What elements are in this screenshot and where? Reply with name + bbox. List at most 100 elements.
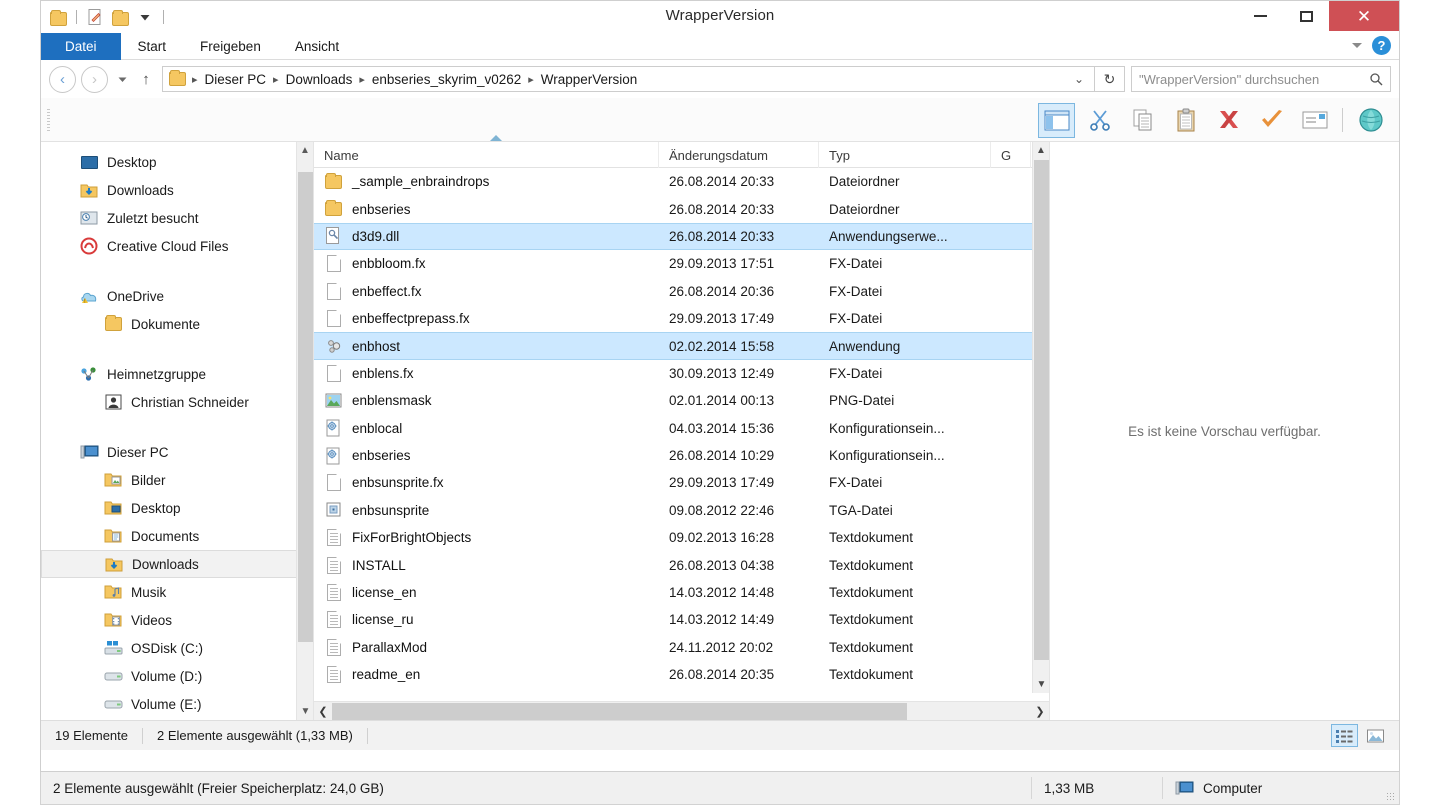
- paste-button[interactable]: [1167, 103, 1204, 138]
- sidebar-item-downloads-pc[interactable]: Downloads: [41, 550, 307, 578]
- table-row[interactable]: enbbloom.fx 29.09.2013 17:51 FX-Datei: [314, 250, 1049, 277]
- file-name-cell: enbseries: [314, 195, 659, 222]
- table-row[interactable]: enbhost 02.02.2014 15:58 Anwendung: [314, 332, 1049, 360]
- details-view-button[interactable]: [1331, 724, 1358, 747]
- table-row[interactable]: ParallaxMod 24.11.2012 20:02 Textdokumen…: [314, 634, 1049, 661]
- sidebar-item-zuletzt-besucht[interactable]: Zuletzt besucht: [41, 204, 313, 232]
- sidebar-item-osdisk[interactable]: OSDisk (C:): [41, 634, 313, 662]
- sidebar-item-label: Zuletzt besucht: [107, 210, 199, 226]
- tab-start[interactable]: Start: [121, 33, 184, 60]
- back-icon: ‹: [60, 70, 65, 88]
- back-button[interactable]: ‹: [49, 65, 76, 93]
- breadcrumb-downloads[interactable]: Downloads: [281, 70, 358, 89]
- file-list-scrollbar[interactable]: ▲ ▼: [1032, 142, 1049, 693]
- sidebar-item-videos[interactable]: Videos: [41, 606, 313, 634]
- file-list-horizontal-scrollbar[interactable]: ❮ ❯: [314, 701, 1049, 720]
- sidebar-item-desktop-pc[interactable]: Desktop: [41, 494, 313, 522]
- rename-button[interactable]: [1296, 103, 1333, 138]
- sidebar-item-documents[interactable]: Documents: [41, 522, 313, 550]
- table-row[interactable]: enbsunsprite.fx 29.09.2013 17:49 FX-Date…: [314, 469, 1049, 496]
- scroll-right-icon[interactable]: ❯: [1031, 705, 1049, 718]
- address-box[interactable]: ▸ Dieser PC ▸ Downloads ▸ enbseries_skyr…: [162, 66, 1095, 92]
- table-row[interactable]: INSTALL 26.08.2013 04:38 Textdokument: [314, 551, 1049, 578]
- scroll-left-icon[interactable]: ❮: [314, 705, 332, 718]
- ribbon-tab-bar: Datei Start Freigeben Ansicht ?: [41, 33, 1399, 60]
- column-header-name[interactable]: Name: [314, 135, 659, 168]
- breadcrumb-enbseries[interactable]: enbseries_skyrim_v0262: [367, 70, 526, 89]
- column-header-type[interactable]: Typ: [819, 142, 991, 168]
- sidebar-item-onedrive[interactable]: ! OneDrive: [41, 282, 313, 310]
- search-input[interactable]: "WrapperVersion" durchsuchen: [1131, 66, 1391, 92]
- blank-file-icon: [324, 473, 343, 492]
- table-row[interactable]: enblocal 04.03.2014 15:36 Konfigurations…: [314, 415, 1049, 442]
- column-header-size[interactable]: G: [991, 142, 1031, 168]
- folder-icon: [103, 315, 123, 333]
- table-row[interactable]: readme_en 26.08.2014 20:35 Textdokument: [314, 661, 1049, 688]
- table-row[interactable]: enbseries 26.08.2014 10:29 Konfiguration…: [314, 442, 1049, 469]
- sidebar-item-label: Desktop: [107, 154, 157, 170]
- scroll-up-icon[interactable]: ▲: [297, 142, 313, 159]
- table-row[interactable]: enbeffect.fx 26.08.2014 20:36 FX-Datei: [314, 278, 1049, 305]
- file-date: 26.08.2014 20:33: [669, 174, 775, 190]
- column-header-date[interactable]: Änderungsdatum: [659, 142, 819, 168]
- table-row[interactable]: enbeffectprepass.fx 29.09.2013 17:49 FX-…: [314, 305, 1049, 332]
- breadcrumb-separator: ▸: [359, 73, 365, 86]
- large-icons-view-icon: [1367, 729, 1384, 742]
- tab-datei[interactable]: Datei: [41, 33, 121, 60]
- help-icon[interactable]: ?: [1372, 36, 1391, 55]
- sidebar-item-dieser-pc[interactable]: Dieser PC: [41, 438, 313, 466]
- table-row[interactable]: license_en 14.03.2012 14:48 Textdokument: [314, 579, 1049, 606]
- scroll-down-icon[interactable]: ▼: [297, 703, 313, 720]
- delete-button[interactable]: [1210, 103, 1247, 138]
- sidebar-item-label: Musik: [131, 584, 167, 600]
- recent-locations-button[interactable]: [113, 74, 131, 85]
- sidebar-scroll-thumb[interactable]: [298, 172, 313, 642]
- sidebar-item-downloads[interactable]: Downloads: [41, 176, 313, 204]
- sidebar-scrollbar[interactable]: ▲ ▼: [296, 142, 313, 720]
- sidebar-item-musik[interactable]: Musik: [41, 578, 313, 606]
- copy-button[interactable]: [1124, 103, 1161, 138]
- sidebar-item-heimnetzgruppe[interactable]: Heimnetzgruppe: [41, 360, 313, 388]
- maximize-button[interactable]: [1283, 1, 1329, 31]
- resize-grip[interactable]: [1386, 792, 1395, 801]
- file-name: enbseries: [352, 448, 411, 464]
- file-scroll-thumb[interactable]: [1034, 160, 1049, 660]
- sidebar-item-creative-cloud-files[interactable]: Creative Cloud Files: [41, 232, 313, 260]
- table-row[interactable]: enblensmask 02.01.2014 00:13 PNG-Datei: [314, 387, 1049, 414]
- cut-button[interactable]: [1081, 103, 1118, 138]
- table-row[interactable]: FixForBrightObjects 09.02.2013 16:28 Tex…: [314, 524, 1049, 551]
- sidebar-item-bilder[interactable]: Bilder: [41, 466, 313, 494]
- sidebar-item-volume-d[interactable]: Volume (D:): [41, 662, 313, 690]
- table-row[interactable]: d3d9.dll 26.08.2014 20:33 Anwendungserwe…: [314, 222, 1049, 251]
- close-button[interactable]: ✕: [1329, 1, 1399, 31]
- refresh-button[interactable]: ↻: [1095, 66, 1125, 92]
- sidebar-item-christian-schneider[interactable]: Christian Schneider: [41, 388, 313, 416]
- shell-button[interactable]: [1352, 103, 1389, 138]
- breadcrumb-dieser-pc[interactable]: Dieser PC: [200, 70, 272, 89]
- file-type: Textdokument: [829, 557, 914, 573]
- sidebar-item-volume-e[interactable]: Volume (E:): [41, 690, 313, 718]
- chevron-down-icon[interactable]: [1352, 43, 1362, 48]
- file-date: 29.09.2013 17:49: [669, 475, 775, 491]
- minimize-button[interactable]: [1237, 1, 1283, 31]
- table-row[interactable]: enbseries 26.08.2014 20:33 Dateiordner: [314, 195, 1049, 222]
- sidebar-item-desktop[interactable]: Desktop: [41, 148, 313, 176]
- table-row[interactable]: enbsunsprite 09.08.2012 22:46 TGA-Datei: [314, 497, 1049, 524]
- up-button[interactable]: ↑: [135, 71, 157, 88]
- table-row[interactable]: _sample_enbraindrops 26.08.2014 20:33 Da…: [314, 168, 1049, 195]
- scroll-up-icon[interactable]: ▲: [1033, 142, 1049, 159]
- table-row[interactable]: license_ru 14.03.2012 14:49 Textdokument: [314, 606, 1049, 633]
- table-row[interactable]: enblens.fx 30.09.2013 12:49 FX-Datei: [314, 360, 1049, 387]
- large-icons-view-button[interactable]: [1362, 724, 1389, 747]
- sidebar-item-dokumente[interactable]: Dokumente: [41, 310, 313, 338]
- tab-ansicht[interactable]: Ansicht: [278, 33, 356, 60]
- forward-button[interactable]: ›: [81, 65, 108, 93]
- h-scroll-track[interactable]: [332, 702, 1031, 720]
- scroll-down-icon[interactable]: ▼: [1033, 676, 1050, 693]
- address-dropdown-icon[interactable]: ⌄: [1068, 72, 1090, 86]
- layout-pane-button[interactable]: [1038, 102, 1075, 138]
- h-scroll-thumb[interactable]: [332, 702, 907, 720]
- tab-freigeben[interactable]: Freigeben: [183, 33, 278, 60]
- breadcrumb-wrapperversion[interactable]: WrapperVersion: [536, 70, 643, 89]
- confirm-button[interactable]: [1253, 103, 1290, 138]
